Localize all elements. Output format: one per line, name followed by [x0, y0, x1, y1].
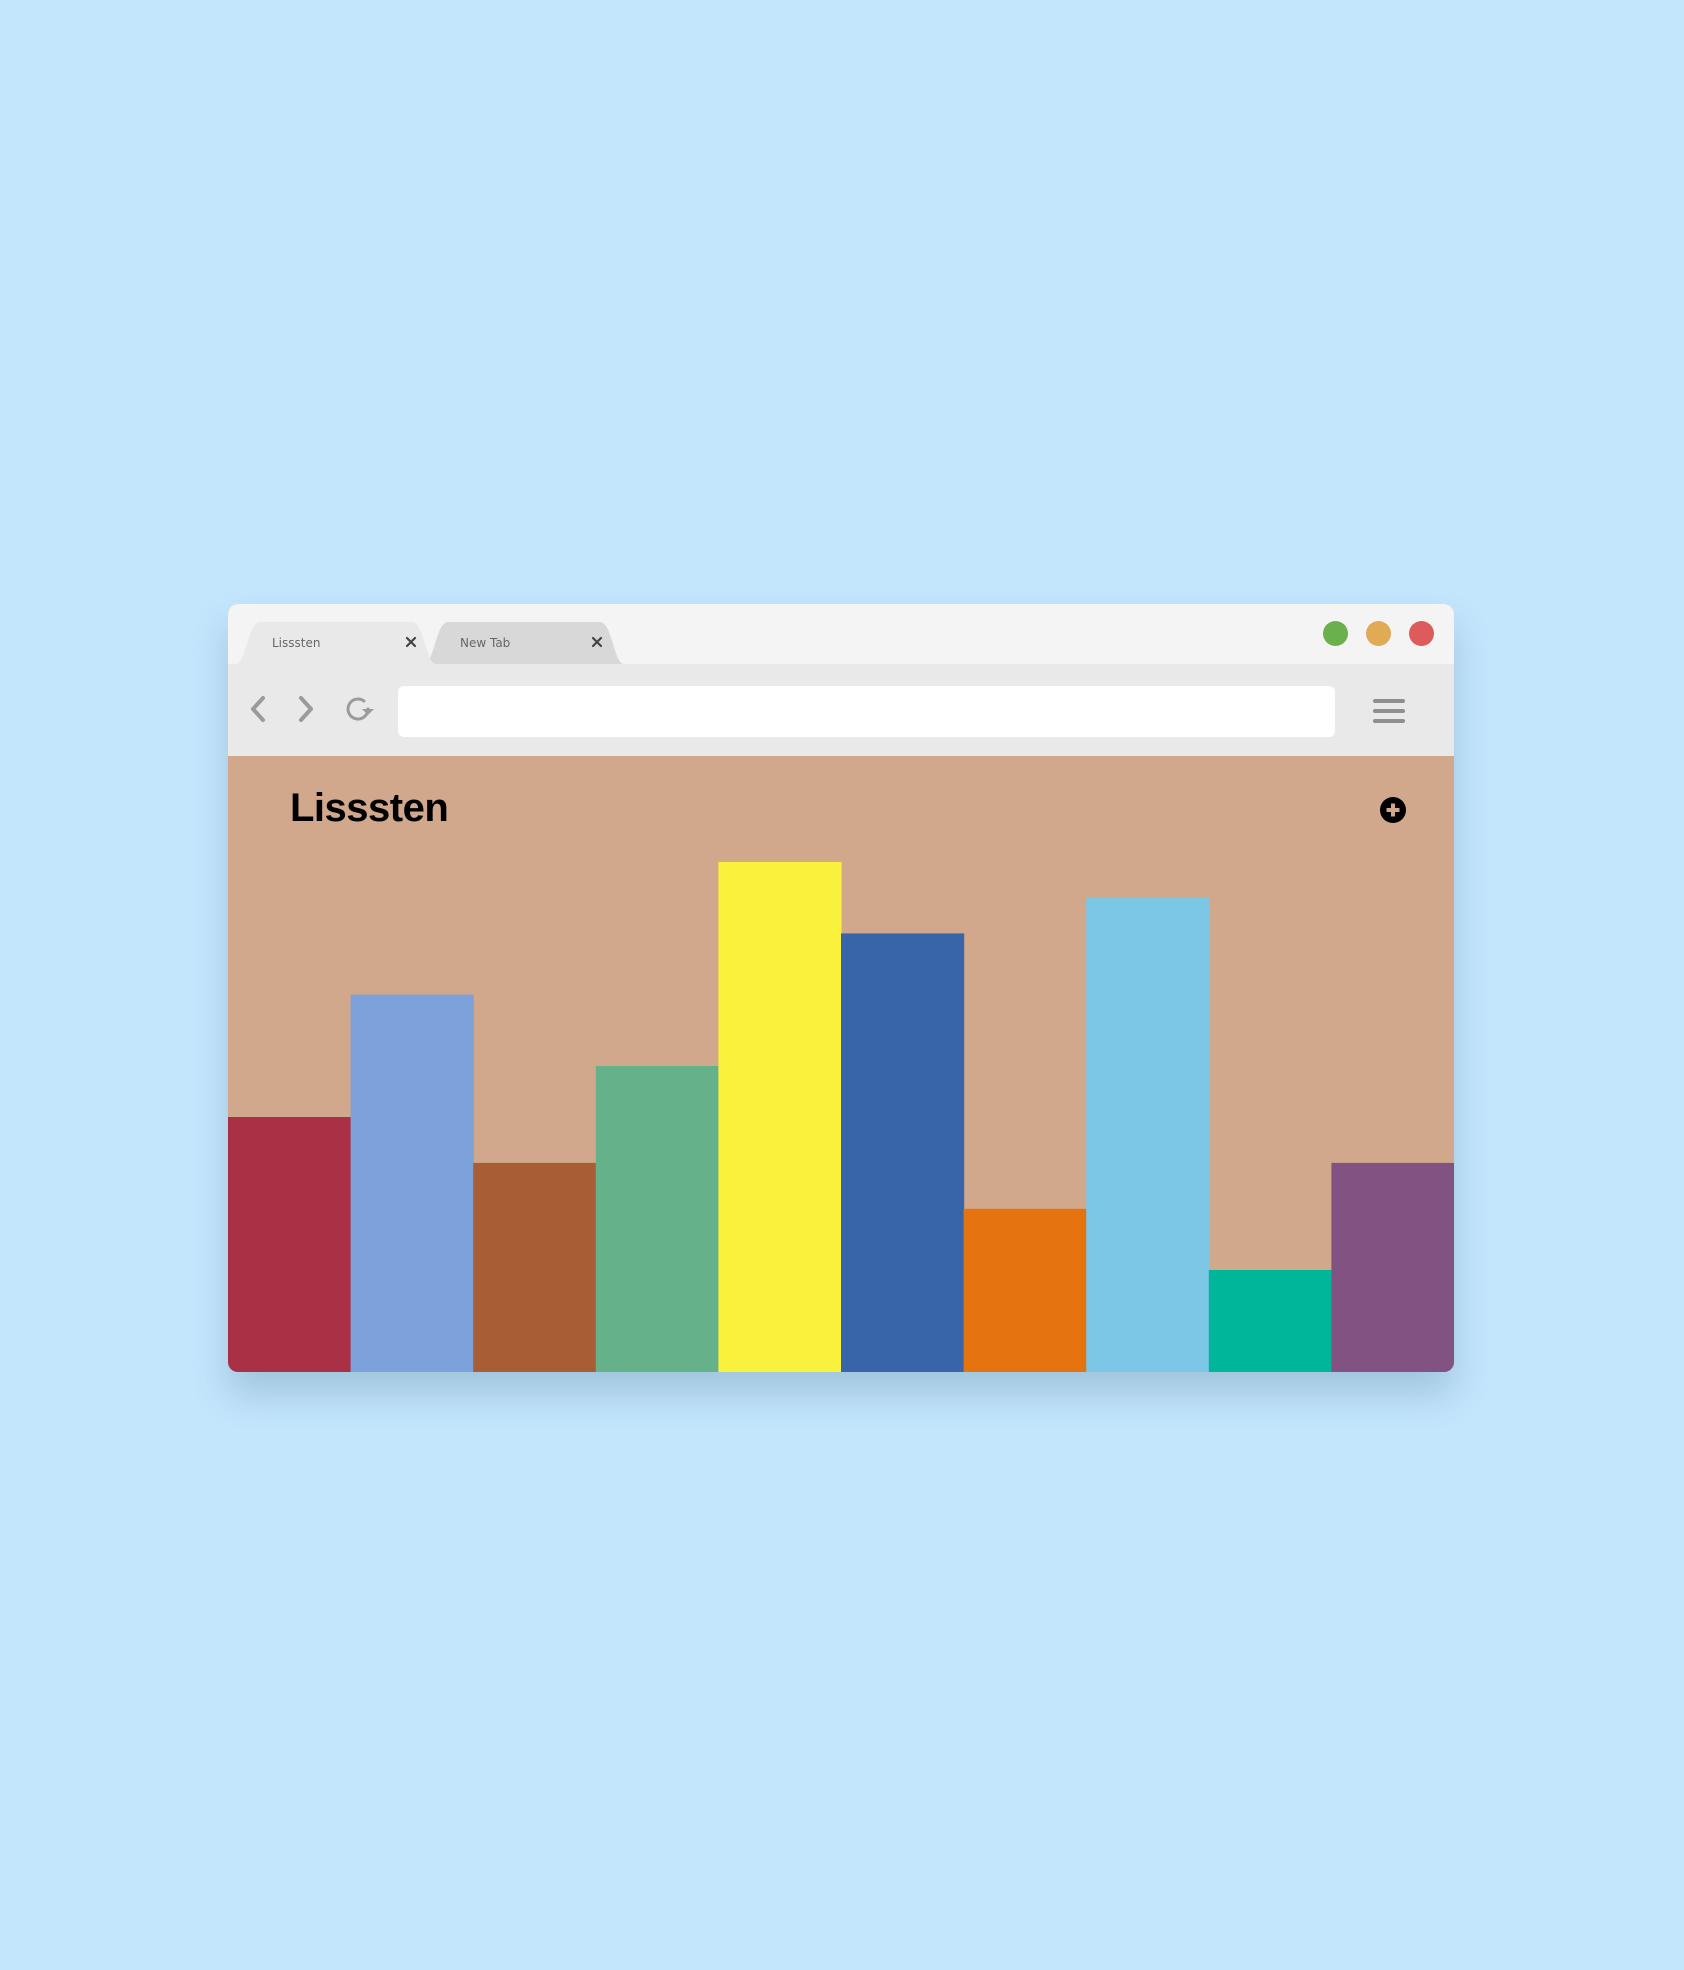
page-content: Lisssten [228, 756, 1454, 1372]
red-window-button[interactable] [1409, 621, 1434, 646]
bar-10 [1331, 1162, 1454, 1372]
bar-5 [718, 862, 842, 1372]
tab-lisssten[interactable]: Lisssten [236, 622, 436, 664]
bar-3 [473, 1162, 597, 1372]
bar-9 [1208, 1270, 1332, 1372]
bar-chart [228, 862, 1454, 1372]
bar-2 [350, 994, 474, 1372]
tab-label: New Tab [460, 636, 511, 650]
bar-1 [228, 1117, 352, 1372]
close-icon[interactable] [404, 635, 418, 649]
tab-new-tab[interactable]: New Tab [424, 622, 624, 664]
tab-label: Lisssten [272, 636, 321, 650]
page-title: Lisssten [290, 786, 449, 830]
chevron-right-icon[interactable] [288, 692, 322, 726]
title-bar: New Tab Lisssten [228, 604, 1454, 664]
browser-window: New Tab Lisssten Lisssten [228, 604, 1454, 1372]
reload-icon[interactable] [342, 692, 376, 726]
address-bar[interactable] [398, 686, 1335, 737]
bar-7 [963, 1208, 1087, 1372]
close-icon[interactable] [590, 635, 604, 649]
green-window-button[interactable] [1323, 621, 1348, 646]
bar-6 [841, 933, 965, 1372]
hamburger-menu-icon[interactable] [1372, 696, 1406, 726]
bar-4 [595, 1066, 719, 1372]
chevron-left-icon[interactable] [242, 692, 276, 726]
yellow-window-button[interactable] [1366, 621, 1391, 646]
plus-circle-icon[interactable] [1379, 796, 1407, 824]
toolbar [228, 664, 1454, 756]
bar-8 [1086, 897, 1210, 1372]
